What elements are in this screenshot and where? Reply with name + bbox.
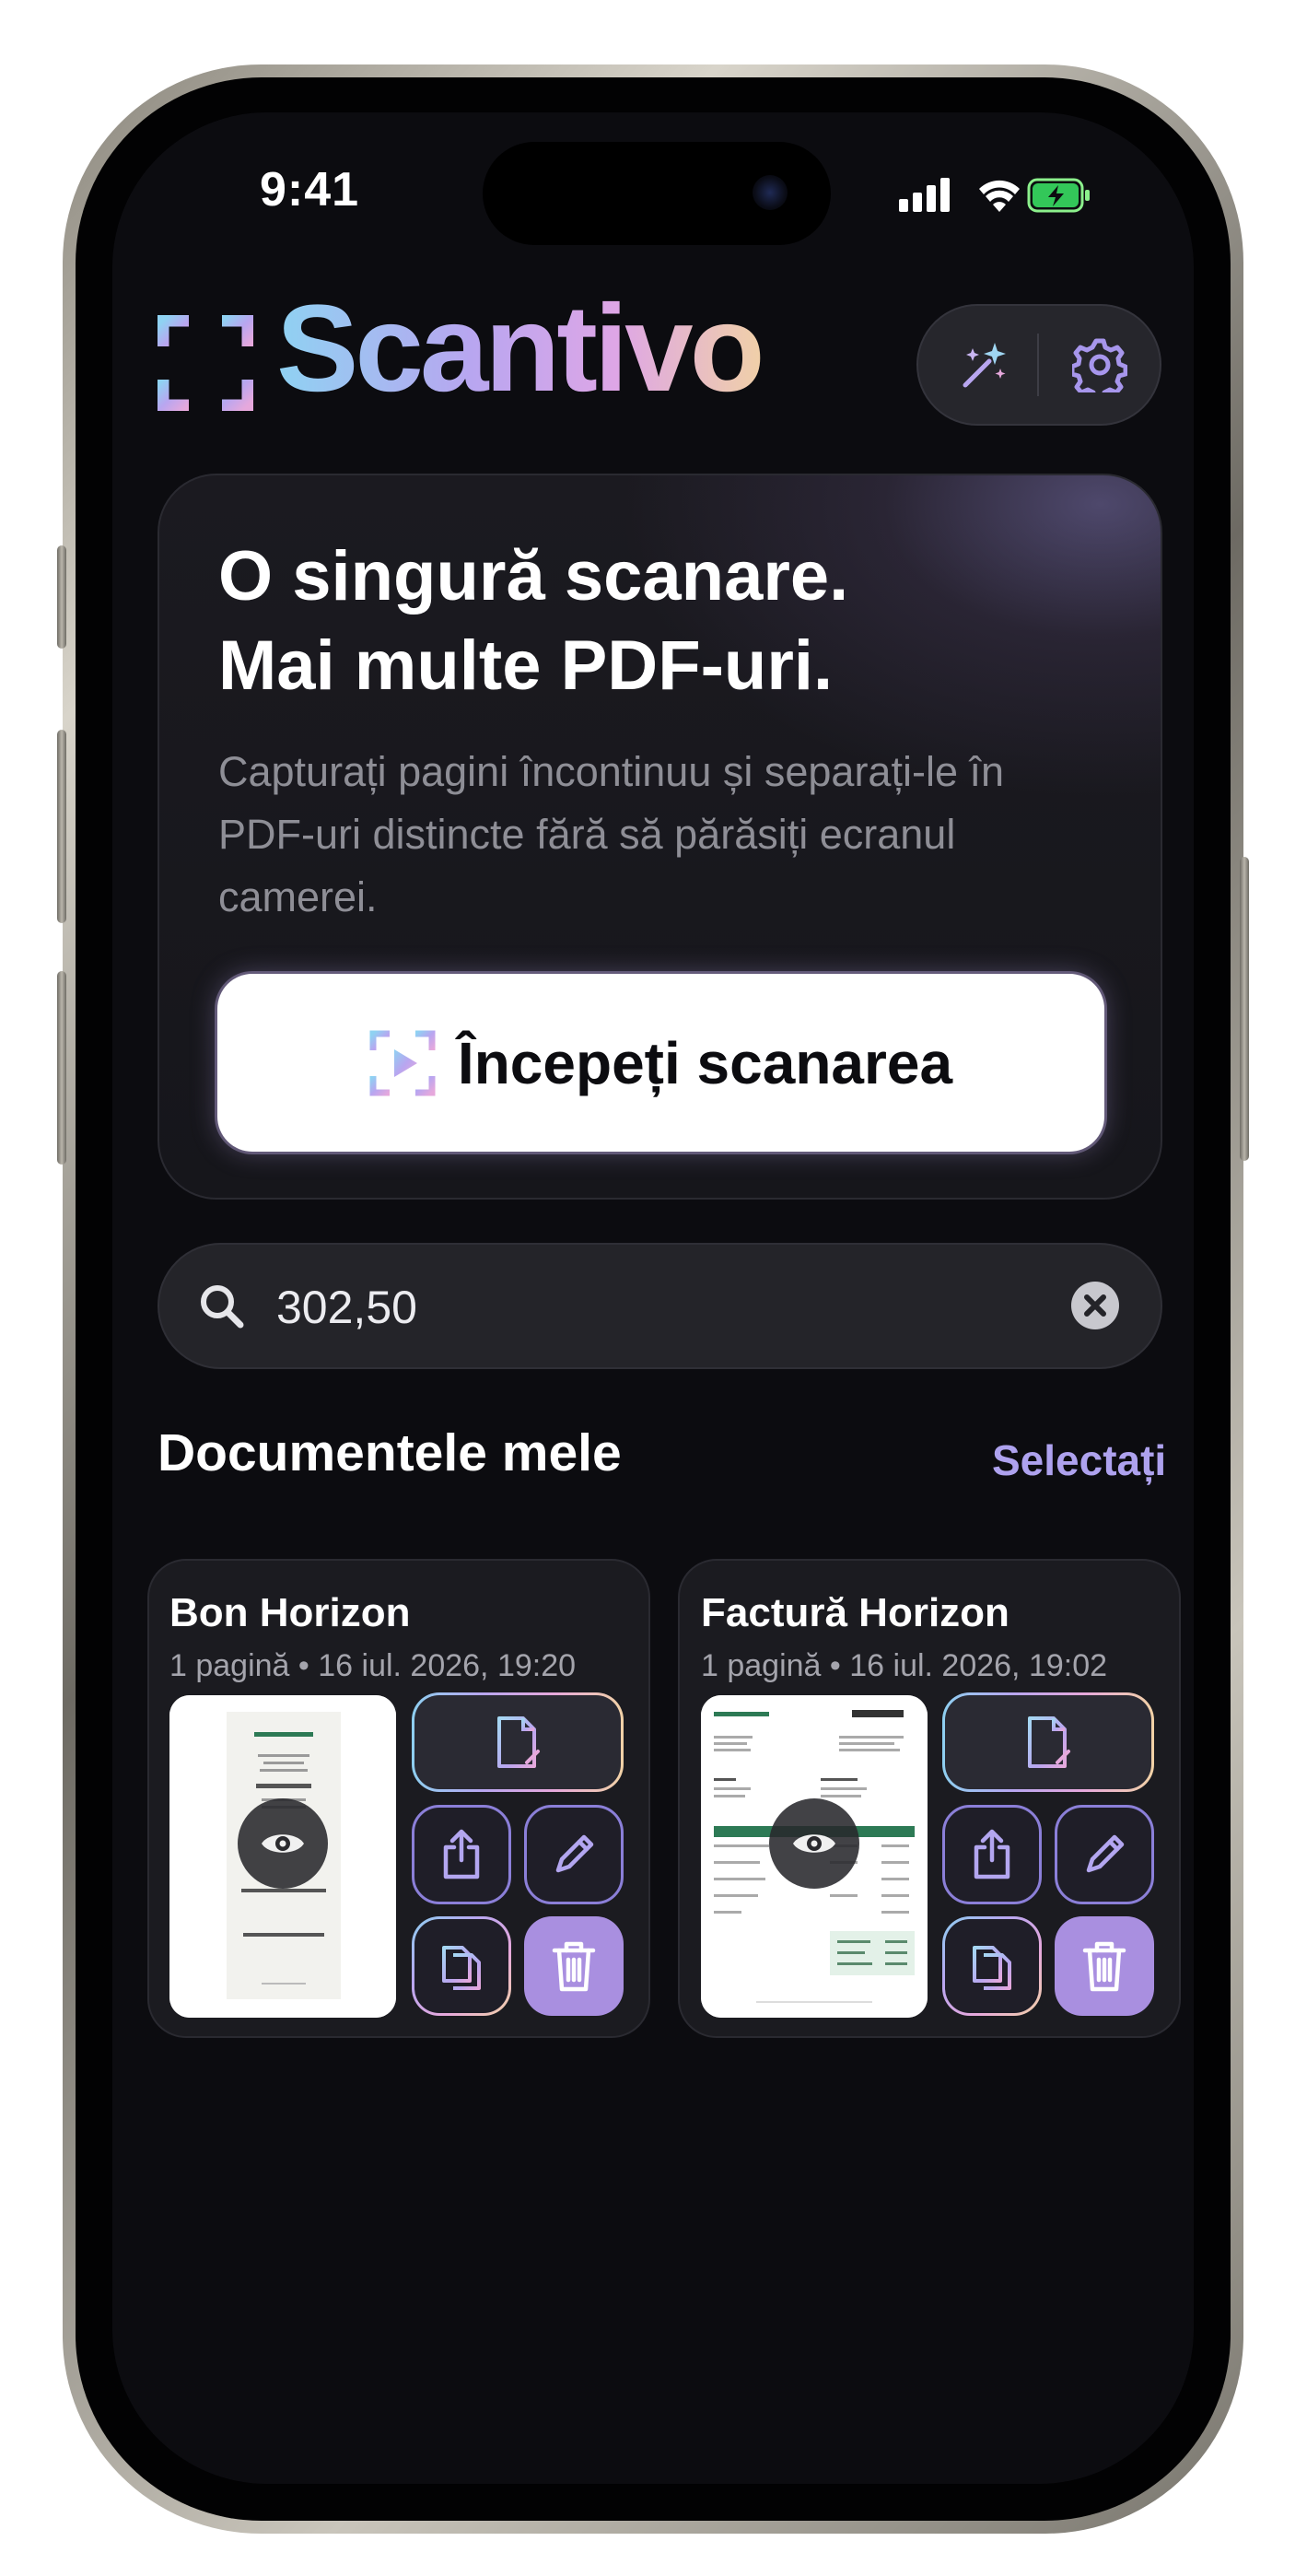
pencil-icon <box>555 1834 594 1873</box>
text-recognition-button[interactable] <box>412 1692 624 1792</box>
screen: 9:41 Scantivo O singură scanare. Mai mul… <box>112 112 1194 2484</box>
hero-subtitle: Capturați pagini încontinuu și separați-… <box>218 748 1005 920</box>
battery-icon <box>1027 178 1090 213</box>
eye-icon <box>262 1834 304 1853</box>
text-recognition-button[interactable] <box>942 1692 1154 1792</box>
volume-down-button <box>57 971 66 1165</box>
scan-frame-icon <box>158 315 253 411</box>
volume-up-button <box>57 730 66 923</box>
preview-eye-button[interactable] <box>769 1798 859 1889</box>
select-button[interactable]: Selectați <box>992 1435 1166 1485</box>
status-time: 9:41 <box>260 163 360 217</box>
scan-play-icon <box>369 1030 436 1095</box>
document-text-icon <box>1028 1716 1070 1768</box>
document-title: Factură Horizon <box>701 1590 1009 1635</box>
power-button <box>1240 857 1249 1161</box>
document-title: Bon Horizon <box>169 1590 411 1635</box>
front-camera <box>753 175 788 210</box>
preview-eye-button[interactable] <box>238 1798 328 1889</box>
documents-section-title: Documentele mele <box>158 1423 622 1482</box>
duplicate-button[interactable] <box>412 1916 511 2016</box>
share-icon <box>974 1829 1010 1879</box>
document-meta: 1 pagină • 16 iul. 2026, 19:02 <box>701 1648 1108 1683</box>
pencil-icon <box>1086 1834 1125 1873</box>
signal-icon <box>899 178 950 212</box>
trash-icon <box>552 1941 596 1992</box>
pill-divider <box>1037 334 1039 396</box>
eye-icon <box>793 1834 835 1853</box>
search-icon <box>201 1285 244 1329</box>
hero-title-line1: O singură scanare. <box>218 537 849 615</box>
start-scan-button[interactable]: Începeți scanarea <box>217 974 1104 1152</box>
document-text-icon <box>497 1716 540 1768</box>
document-meta: 1 pagină • 16 iul. 2026, 19:20 <box>169 1648 577 1683</box>
delete-button[interactable] <box>1055 1916 1154 2016</box>
share-button[interactable] <box>412 1805 511 1904</box>
magic-wand-icon[interactable] <box>958 339 1009 391</box>
search-input[interactable]: 302,50 <box>276 1281 417 1334</box>
clear-search-icon[interactable] <box>1070 1281 1120 1330</box>
status-icons <box>899 178 1090 213</box>
hero-title: O singură scanare. Mai multe PDF-uri. <box>218 532 1103 710</box>
copy-icon <box>442 1946 481 1990</box>
action-button <box>57 545 66 649</box>
copy-icon <box>973 1946 1011 1990</box>
trash-icon <box>1082 1941 1126 1992</box>
rename-button[interactable] <box>524 1805 624 1904</box>
gear-icon[interactable] <box>1072 337 1127 392</box>
start-scan-label: Începeți scanarea <box>457 1029 953 1096</box>
share-button[interactable] <box>942 1805 1042 1904</box>
app-title: Scantivo <box>276 280 765 417</box>
share-icon <box>443 1829 480 1879</box>
rename-button[interactable] <box>1055 1805 1154 1904</box>
duplicate-button[interactable] <box>942 1916 1042 2016</box>
delete-button[interactable] <box>524 1916 624 2016</box>
wifi-icon <box>979 180 1020 212</box>
hero-title-line2: Mai multe PDF-uri. <box>218 626 834 705</box>
